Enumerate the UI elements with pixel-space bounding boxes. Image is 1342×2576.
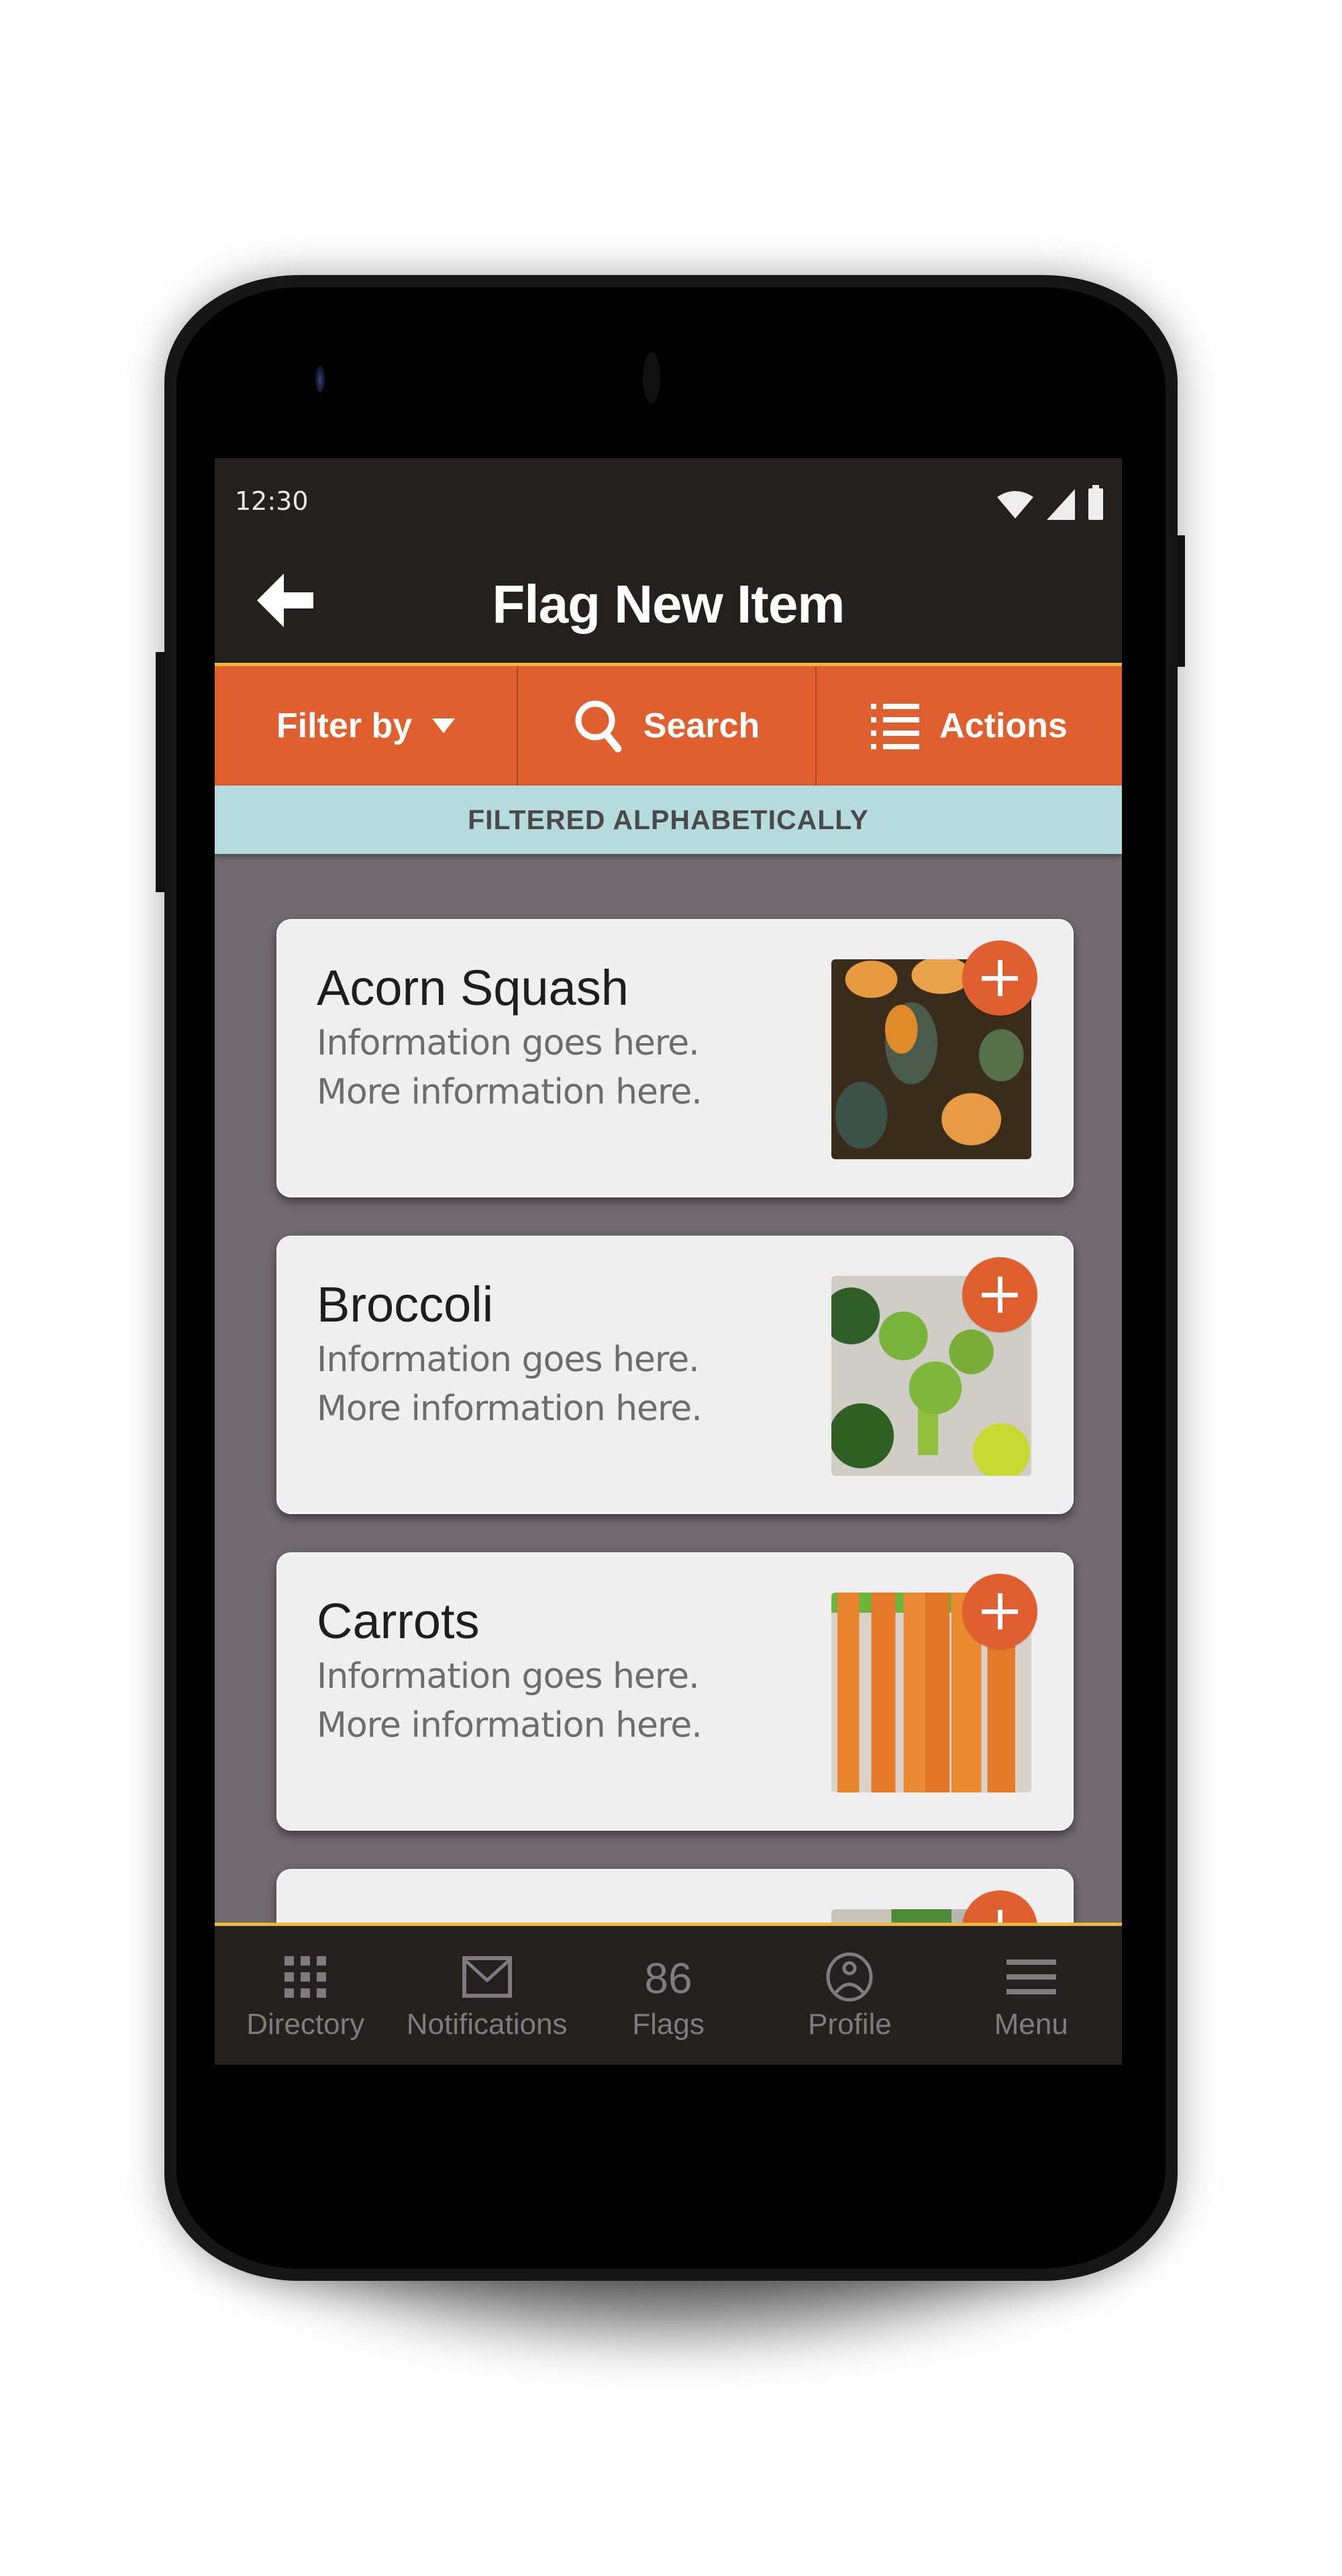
hamburger-menu-icon	[1006, 1960, 1056, 1994]
bottom-nav: Directory Notifications 86 Flags Profile…	[215, 1926, 1122, 2065]
battery-icon	[1088, 485, 1103, 520]
envelope-icon	[462, 1956, 512, 1998]
caret-down-icon	[432, 718, 456, 733]
nav-label: Directory	[246, 2008, 365, 2041]
user-circle-icon	[826, 1952, 873, 2002]
nav-menu[interactable]: Menu	[941, 1926, 1122, 2065]
app-bar: Flag New Item	[215, 539, 1122, 663]
item-more-info: More information here.	[317, 1072, 703, 1112]
add-flag-button[interactable]	[962, 941, 1037, 1016]
filter-status-banner: FILTERED ALPHABETICALLY	[215, 786, 1122, 854]
item-title: Broccoli	[317, 1277, 494, 1332]
list-icon	[871, 704, 920, 749]
cellular-signal-icon	[1047, 489, 1075, 520]
nav-notifications[interactable]: Notifications	[396, 1926, 577, 2065]
status-bar: 12:30	[215, 458, 1122, 539]
grid-icon	[285, 1956, 327, 1998]
nav-directory[interactable]: Directory	[215, 1926, 396, 2065]
actions-button[interactable]: Actions	[817, 666, 1122, 786]
nav-label: Menu	[994, 2008, 1068, 2041]
add-flag-button[interactable]	[962, 1574, 1037, 1649]
list-item[interactable]: Acorn Squash Information goes here. More…	[276, 919, 1074, 1197]
item-more-info: More information here.	[317, 1705, 703, 1746]
toolbar: Filter by Search Actions	[215, 666, 1122, 786]
filter-by-button[interactable]: Filter by	[215, 666, 518, 786]
earpiece-speaker	[643, 352, 660, 403]
item-info: Information goes here.	[317, 1656, 700, 1697]
add-flag-button[interactable]	[962, 1257, 1037, 1332]
front-camera	[315, 366, 325, 392]
nav-label: Notifications	[406, 2008, 568, 2041]
page-title: Flag New Item	[492, 574, 845, 634]
item-info: Information goes here.	[317, 1340, 700, 1380]
search-button[interactable]: Search	[518, 666, 817, 786]
search-label: Search	[643, 706, 760, 745]
status-icons	[996, 485, 1103, 520]
item-title: Carrots	[317, 1593, 480, 1649]
nav-flags[interactable]: 86 Flags	[578, 1926, 759, 2065]
search-icon	[575, 700, 622, 753]
item-title: Acorn Squash	[317, 960, 629, 1016]
item-more-info: More information here.	[317, 1389, 703, 1429]
actions-label: Actions	[939, 706, 1068, 745]
status-time: 12:30	[235, 486, 309, 516]
nav-profile[interactable]: Profile	[759, 1926, 940, 2065]
list-item[interactable]: Carrots Information goes here. More info…	[276, 1552, 1074, 1831]
list-item[interactable]: Broccoli Information goes here. More inf…	[276, 1236, 1074, 1514]
item-info: Information goes here.	[317, 1023, 700, 1063]
item-list[interactable]: Acorn Squash Information goes here. More…	[276, 919, 1074, 2065]
nav-label: Flags	[632, 2008, 705, 2041]
phone-screen: 12:30 Flag New Item Filter by Search Act…	[215, 458, 1122, 2065]
flags-count: 86	[644, 1954, 692, 2002]
wifi-icon	[997, 491, 1033, 519]
filter-by-label: Filter by	[276, 706, 413, 745]
nav-label: Profile	[808, 2008, 892, 2041]
